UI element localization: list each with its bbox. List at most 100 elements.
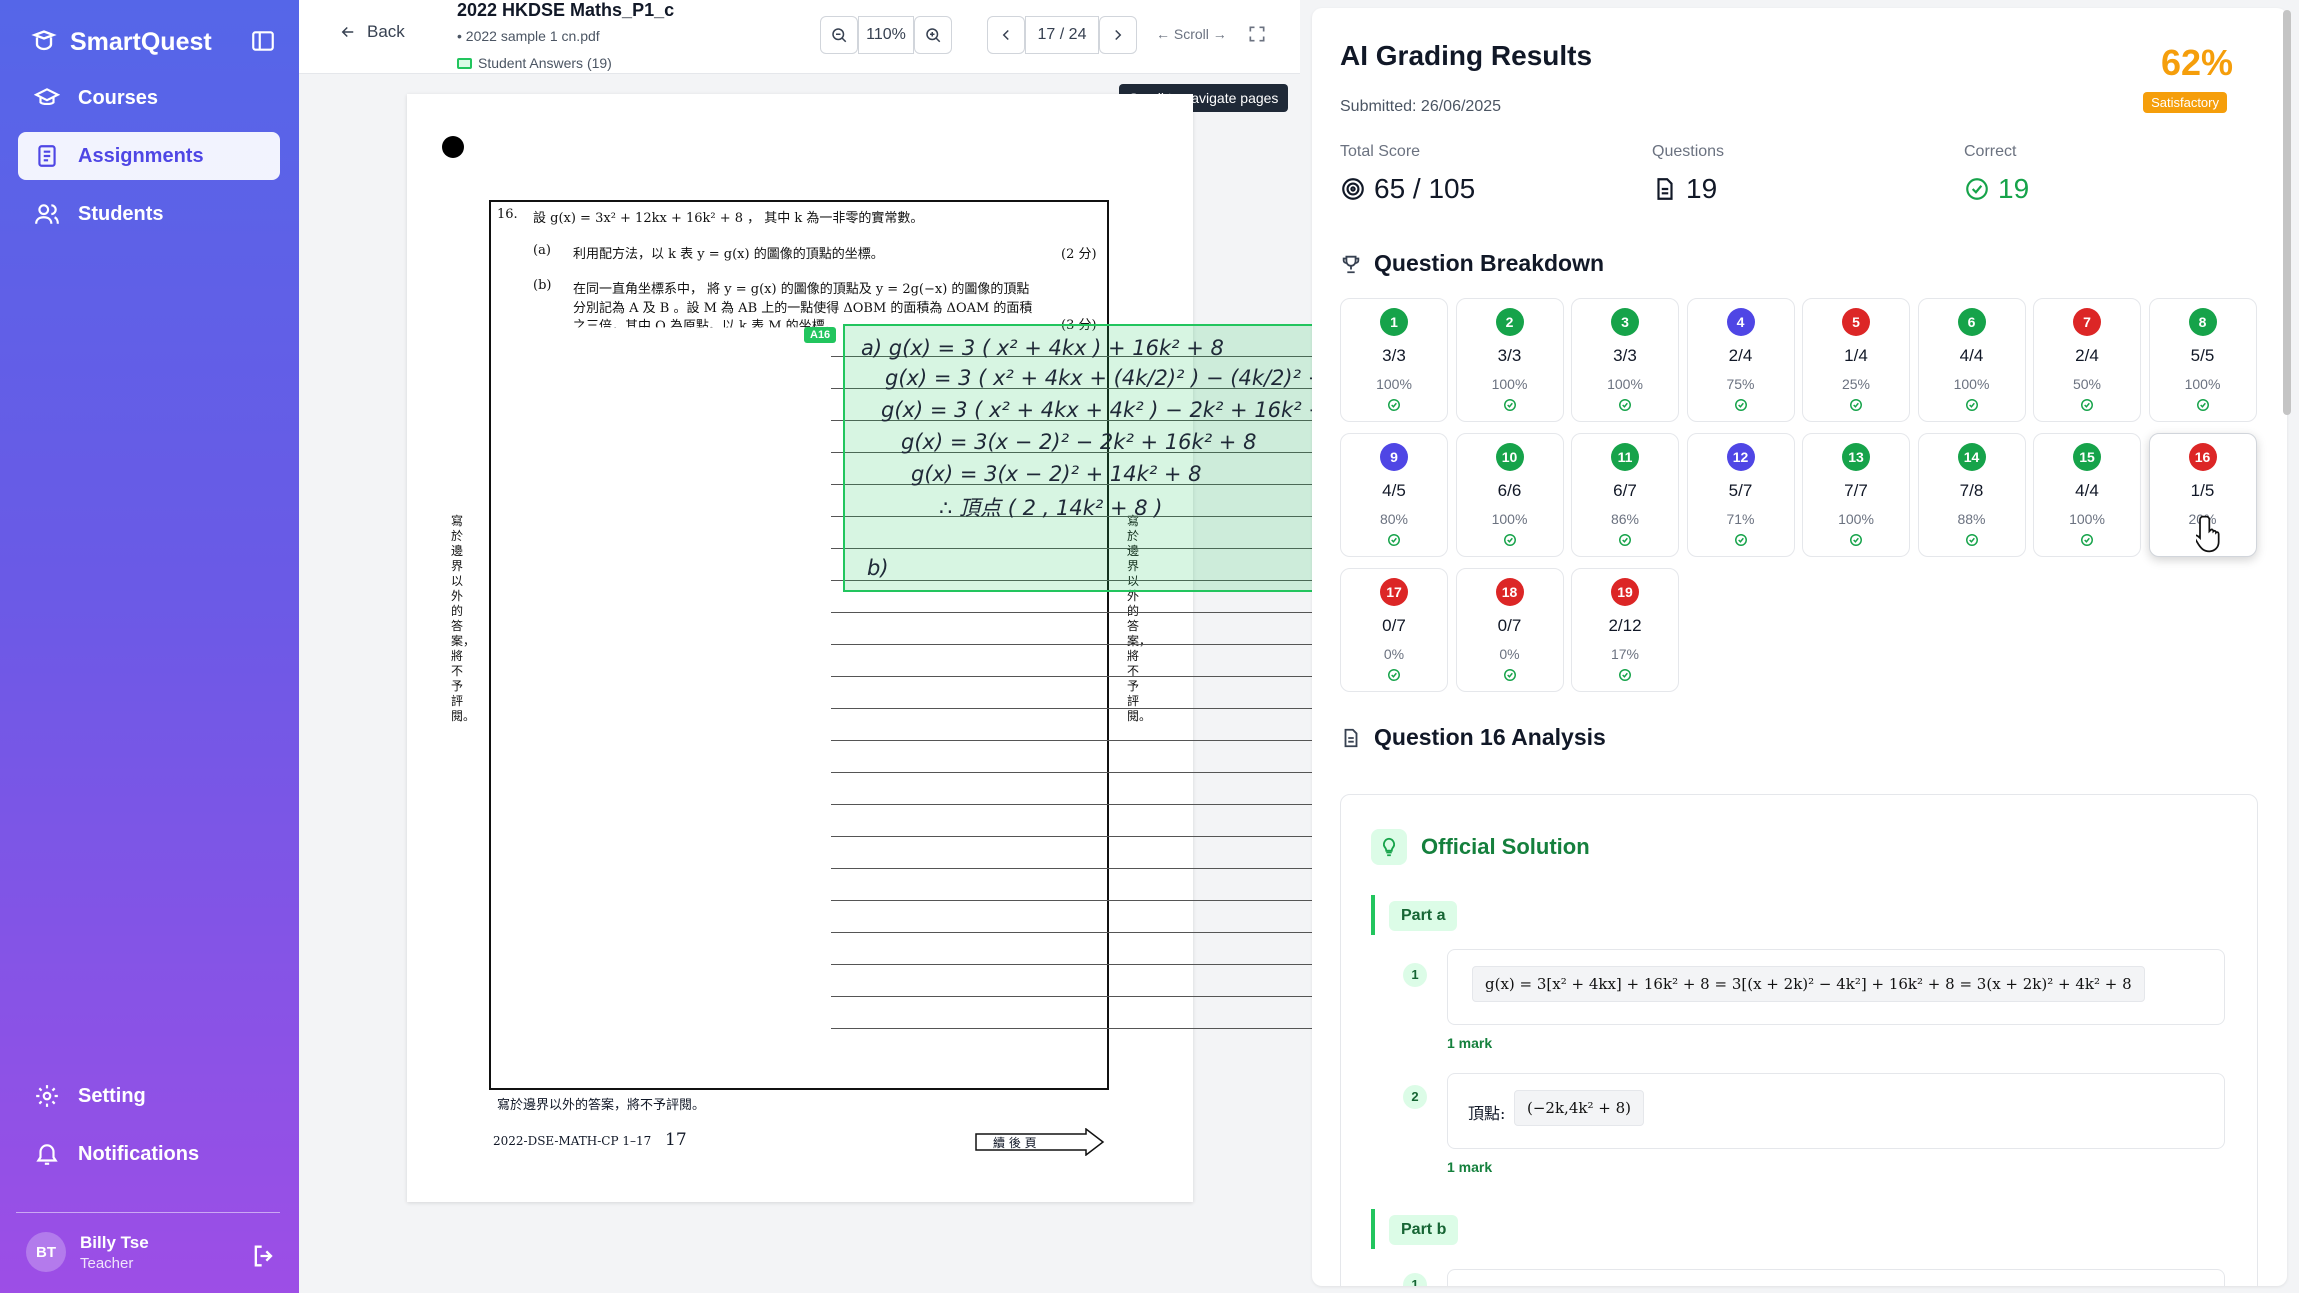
question-card-11[interactable]: 11 6/7 86%	[1571, 433, 1679, 557]
question-card-17[interactable]: 17 0/7 0%	[1340, 568, 1448, 692]
zoom-level: 110%	[858, 16, 914, 54]
answer-highlight[interactable]	[843, 324, 1327, 592]
check-circle-icon	[1850, 534, 1862, 546]
question-score: 5/5	[2190, 346, 2215, 365]
question-number-badge: 12	[1726, 443, 1755, 471]
check-circle-icon	[1965, 399, 1978, 411]
sidebar-item-courses[interactable]: Courses	[18, 74, 280, 122]
pdf-page[interactable]: 16. 設 g(x) = 3x² + 12kx + 16k² + 8 ， 其中 …	[407, 94, 1193, 1202]
question-score: 1/4	[1844, 346, 1868, 365]
user-profile[interactable]: BT Billy Tse Teacher	[26, 1232, 149, 1272]
zoom-in-button[interactable]	[914, 16, 952, 54]
sidebar-item-students[interactable]: Students	[18, 190, 280, 238]
question-card-5[interactable]: 5 1/4 25%	[1802, 298, 1910, 422]
question-number-badge: 18	[1495, 578, 1524, 606]
sidebar-item-notifications[interactable]: Notifications	[18, 1130, 280, 1178]
question-number-badge: 4	[1726, 308, 1755, 336]
question-card-12[interactable]: 12 5/7 71%	[1686, 433, 1795, 557]
analysis-title: Question 16 Analysis	[1374, 724, 1606, 750]
question-card-14[interactable]: 14 7/8 88%	[1917, 433, 2026, 557]
question-card-13[interactable]: 13 7/7 100%	[1802, 433, 1910, 557]
check-circle-icon	[1503, 669, 1516, 681]
check-circle-icon	[1965, 534, 1978, 546]
smartquest-logo-icon	[31, 30, 57, 51]
check-circle-icon	[1619, 399, 1631, 411]
sidebar-item-assignments[interactable]: Assignments	[18, 132, 280, 180]
question-score: 5/7	[1728, 481, 1753, 500]
question-card-15[interactable]: 15 4/4 100%	[2033, 433, 2141, 557]
part-a-label: (a)	[533, 243, 551, 258]
question-card-18[interactable]: 18 0/7 0%	[1455, 568, 1564, 692]
question-card-10[interactable]: 10 6/6 100%	[1455, 433, 1564, 557]
bell-icon	[36, 1144, 58, 1165]
stat-value: 65 / 105	[1374, 173, 1476, 204]
question-card-3[interactable]: 3 3/3 100%	[1571, 298, 1679, 422]
question-score: 7/7	[1844, 481, 1868, 500]
question-card-9[interactable]: 9 4/5 80%	[1340, 433, 1448, 557]
handwriting-line: g(x) = 3(x − 2)² + 14k² + 8	[911, 462, 1202, 486]
sidebar: SmartQuest Courses Assignments Students …	[0, 0, 299, 1293]
analysis-heading: Question 16 Analysis	[1340, 724, 1606, 751]
breakdown-heading: Question Breakdown	[1340, 250, 1604, 277]
sidebar-item-setting[interactable]: Setting	[18, 1072, 280, 1120]
question-card-7[interactable]: 7 2/4 50%	[2033, 298, 2141, 422]
user-role: Teacher	[80, 1254, 134, 1272]
question-percent: 71%	[1726, 511, 1755, 527]
check-circle-icon	[2081, 534, 2093, 546]
check-circle-icon	[1503, 534, 1516, 546]
question-percent: 86%	[1610, 511, 1640, 527]
document-icon	[1657, 178, 1673, 200]
grading-results-panel: AI Grading Results Submitted: 26/06/2025…	[1312, 8, 2287, 1286]
page-marker-dot	[442, 136, 464, 158]
clipboard-icon	[38, 145, 56, 167]
prev-page-button[interactable]	[987, 16, 1025, 54]
question-percent: 100%	[1491, 511, 1528, 527]
question-card-6[interactable]: 6 4/4 100%	[1917, 298, 2026, 422]
arrow-left-icon	[341, 26, 354, 38]
question-number-badge: 8	[2188, 308, 2217, 336]
chevron-right-icon	[1115, 29, 1122, 41]
question-card-1[interactable]: 1 3/3 100%	[1340, 298, 1448, 422]
back-label: Back	[367, 22, 405, 41]
question-card-4[interactable]: 4 2/4 75%	[1686, 298, 1795, 422]
question-card-19[interactable]: 19 2/12 17%	[1571, 568, 1679, 692]
handwriting-line: ∴ 頂点 ( 2 , 14k² + 8 )	[939, 496, 1163, 520]
question-score: 0/7	[1382, 616, 1406, 635]
sidebar-divider	[16, 1212, 280, 1213]
question-score: 4/5	[1382, 481, 1406, 500]
lightbulb-icon	[1371, 829, 1407, 865]
next-page-button[interactable]	[1099, 16, 1137, 54]
question-card-2[interactable]: 2 3/3 100%	[1455, 298, 1564, 422]
stat-label: Total Score	[1340, 143, 1421, 160]
part-a-label: Part a	[1389, 901, 1458, 931]
avatar: BT	[26, 1232, 66, 1272]
solution-step	[1447, 1269, 2225, 1286]
question-score: 7/8	[1959, 481, 1984, 500]
brand[interactable]: SmartQuest	[30, 26, 212, 58]
back-button[interactable]: Back	[339, 22, 405, 42]
zoom-out-button[interactable]	[820, 16, 858, 54]
sidebar-item-label: Assignments	[78, 144, 204, 167]
question-percent: 100%	[2184, 376, 2221, 392]
scroll-mode[interactable]: ← Scroll →	[1156, 26, 1227, 42]
results-scrollbar[interactable]	[2283, 10, 2291, 415]
question-number-badge: 6	[1957, 308, 1986, 336]
page-footnote: 寫於邊界以外的答案，將不予評閱。	[497, 1098, 706, 1113]
margin-note-left: 寫於邊界以外的答案，將不予評閱。	[451, 514, 476, 723]
document-file: • 2022 sample 1 cn.pdf	[457, 28, 600, 44]
logout-icon[interactable]	[250, 1242, 278, 1270]
sidebar-toggle-icon[interactable]	[250, 28, 276, 54]
question-score: 4/4	[1959, 346, 1984, 365]
question-percent: 25%	[1841, 376, 1871, 392]
sidebar-item-label: Courses	[78, 86, 159, 109]
part-b-label: Part b	[1389, 1215, 1459, 1245]
handwriting-line: g(x) = 3(x − 2)² − 2k² + 16k² + 8	[901, 430, 1257, 454]
fullscreen-icon[interactable]	[1247, 24, 1267, 44]
handwriting-line: a) g(x) = 3 ( x² + 4kx ) + 16k² + 8	[861, 336, 1224, 360]
question-score: 6/7	[1613, 481, 1637, 500]
question-percent: 100%	[1838, 511, 1874, 527]
question-percent: 75%	[1726, 376, 1755, 392]
question-card-8[interactable]: 8 5/5 100%	[2148, 298, 2257, 422]
sidebar-item-label: Setting	[78, 1084, 146, 1107]
check-circle-icon	[1619, 534, 1631, 546]
